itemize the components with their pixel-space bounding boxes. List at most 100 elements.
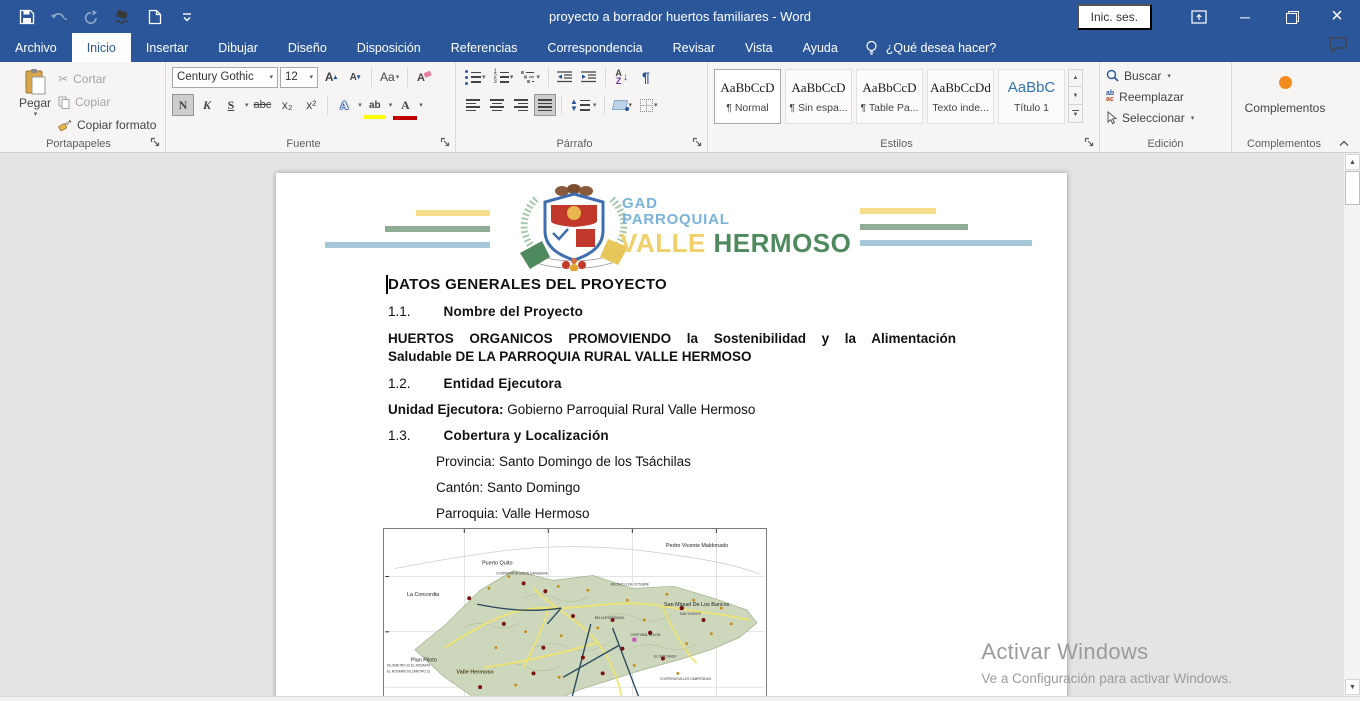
- clear-formatting-button[interactable]: A: [413, 66, 435, 88]
- close-button[interactable]: ×: [1314, 0, 1360, 33]
- chevron-down-icon[interactable]: ▾: [389, 101, 393, 109]
- map-label-pedro-vicente: Pedro Vicente Maldonado: [666, 543, 728, 549]
- bullets-button[interactable]: ▾: [462, 66, 489, 88]
- replace-button[interactable]: abac Reemplazar: [1106, 87, 1227, 106]
- format-painter-button[interactable]: Copiar formato: [58, 116, 156, 134]
- align-left-button[interactable]: [462, 94, 484, 116]
- scrollbar-thumb[interactable]: [1345, 171, 1360, 205]
- shrink-font-button[interactable]: A▾: [344, 66, 366, 88]
- line-spacing-button[interactable]: ▲▼ ▾: [567, 94, 599, 116]
- logo-parroquial: PARROQUIAL: [622, 212, 730, 228]
- style-table-paragraph[interactable]: AaBbCcD ¶ Table Pa...: [856, 69, 923, 124]
- superscript-button[interactable]: x²: [300, 94, 322, 116]
- redo-icon[interactable]: [82, 8, 100, 26]
- style-normal[interactable]: AaBbCcD ¶ Normal: [714, 69, 781, 124]
- underline-button[interactable]: S: [220, 94, 242, 116]
- undo-icon[interactable]: [50, 8, 68, 26]
- sign-in-button[interactable]: Inic. ses.: [1077, 4, 1152, 30]
- text-effects-button[interactable]: A: [333, 94, 355, 116]
- clipboard-dialog-launcher-icon[interactable]: [150, 137, 162, 149]
- paragraph-dialog-launcher-icon[interactable]: [692, 137, 704, 149]
- font-color-button[interactable]: A: [394, 94, 416, 116]
- tab-referencias[interactable]: Referencias: [436, 33, 533, 62]
- justify-button[interactable]: [534, 94, 556, 116]
- group-addins: Complementos Complementos: [1232, 62, 1336, 152]
- highlight-button[interactable]: ab: [364, 94, 386, 116]
- clipboard-icon: [23, 68, 47, 96]
- subscript-button[interactable]: x₂: [276, 94, 298, 116]
- tab-diseno[interactable]: Diseño: [273, 33, 342, 62]
- comments-icon[interactable]: [1328, 36, 1348, 53]
- chevron-down-icon[interactable]: ▾: [358, 101, 362, 109]
- align-right-button[interactable]: [510, 94, 532, 116]
- font-dialog-launcher-icon[interactable]: [440, 137, 452, 149]
- line-spacing-icon: ▲▼: [570, 98, 578, 112]
- tab-archivo[interactable]: Archivo: [0, 33, 72, 62]
- tab-insertar[interactable]: Insertar: [131, 33, 203, 62]
- font-name-combobox[interactable]: Century Gothic ▾: [172, 67, 278, 88]
- search-icon: [1106, 69, 1119, 82]
- borders-button[interactable]: ▾: [637, 94, 661, 116]
- logo-line-left-green: [385, 226, 490, 232]
- decrease-indent-button[interactable]: [554, 66, 576, 88]
- paste-button[interactable]: Pegar ▾: [12, 66, 58, 136]
- font-size-combobox[interactable]: 12 ▾: [280, 67, 318, 88]
- clear-formatting-icon: A: [416, 70, 432, 84]
- save-icon[interactable]: [18, 8, 36, 26]
- tab-dibujar[interactable]: Dibujar: [203, 33, 273, 62]
- style-texto-independiente[interactable]: AaBbCcDd Texto inde...: [927, 69, 994, 124]
- styles-dialog-launcher-icon[interactable]: [1084, 137, 1096, 149]
- tab-disposicion[interactable]: Disposición: [342, 33, 436, 62]
- cut-button[interactable]: ✂ Cortar: [58, 70, 156, 88]
- strikethrough-button[interactable]: abc: [251, 94, 275, 116]
- tell-me-box[interactable]: ¿Qué desea hacer?: [853, 33, 1009, 62]
- new-document-icon[interactable]: [146, 8, 164, 26]
- restore-button[interactable]: [1268, 0, 1314, 33]
- align-left-icon: [466, 99, 480, 111]
- scroll-down-icon[interactable]: ▼: [1345, 679, 1360, 695]
- minimize-button[interactable]: ─: [1222, 0, 1268, 33]
- chevron-down-icon[interactable]: ▾: [245, 101, 249, 109]
- increase-indent-button[interactable]: [578, 66, 600, 88]
- addins-button[interactable]: Complementos: [1245, 101, 1326, 115]
- chevron-down-icon: ▾: [34, 110, 38, 118]
- vertical-scrollbar[interactable]: ▲ ▼: [1343, 153, 1360, 696]
- logo-line-left-yellow: [416, 210, 490, 216]
- qat-customize-icon[interactable]: [178, 8, 196, 26]
- styles-gallery-more-icon[interactable]: ▼: [1068, 105, 1083, 123]
- scroll-up-icon[interactable]: ▲: [1345, 154, 1360, 170]
- find-button[interactable]: Buscar ▾: [1106, 66, 1227, 85]
- tab-inicio[interactable]: Inicio: [72, 33, 131, 62]
- ribbon-display-options-icon[interactable]: [1176, 0, 1222, 33]
- style-sin-espaciado[interactable]: AaBbCcD ¶ Sin espa...: [785, 69, 852, 124]
- shading-button[interactable]: ▾: [610, 94, 635, 116]
- numbering-button[interactable]: 123 ▾: [491, 66, 517, 88]
- eraser-icon[interactable]: [114, 8, 132, 26]
- document-page[interactable]: GAD PARROQUIAL VALLE HERMOSO DATOS GENER…: [276, 173, 1067, 701]
- select-button[interactable]: Seleccionar ▾: [1106, 108, 1227, 127]
- collapse-ribbon-icon[interactable]: [1338, 139, 1350, 148]
- change-case-button[interactable]: Aa▾: [377, 66, 402, 88]
- align-center-button[interactable]: [486, 94, 508, 116]
- sort-button[interactable]: AZ ↓: [611, 66, 633, 88]
- tab-revisar[interactable]: Revisar: [658, 33, 730, 62]
- chevron-down-icon[interactable]: ▾: [419, 101, 423, 109]
- location-map-image[interactable]: Puerto Quito Pedro Vicente Maldonado La …: [383, 528, 767, 701]
- section-1-2: 1.2.Entidad Ejecutora: [388, 376, 562, 391]
- copy-label: Copiar: [75, 95, 110, 109]
- tab-correspondencia[interactable]: Correspondencia: [532, 33, 657, 62]
- canton-line: Cantón: Santo Domingo: [436, 480, 580, 495]
- tab-ayuda[interactable]: Ayuda: [788, 33, 853, 62]
- bold-button[interactable]: N: [172, 94, 194, 116]
- multilevel-list-button[interactable]: ▾: [518, 66, 543, 88]
- grow-font-button[interactable]: A▴: [320, 66, 342, 88]
- tab-vista[interactable]: Vista: [730, 33, 788, 62]
- styles-scroll-down-icon[interactable]: ▼: [1068, 87, 1083, 105]
- lightbulb-icon: [865, 40, 878, 56]
- italic-button[interactable]: K: [196, 94, 218, 116]
- show-marks-button[interactable]: ¶: [635, 66, 657, 88]
- style-titulo-1[interactable]: AaBbC Título 1: [998, 69, 1065, 124]
- map-label-small: COOPERATIVA UNION GANADERA: [496, 571, 549, 575]
- styles-scroll-up-icon[interactable]: ▲: [1068, 69, 1083, 87]
- copy-button[interactable]: Copiar: [58, 93, 156, 111]
